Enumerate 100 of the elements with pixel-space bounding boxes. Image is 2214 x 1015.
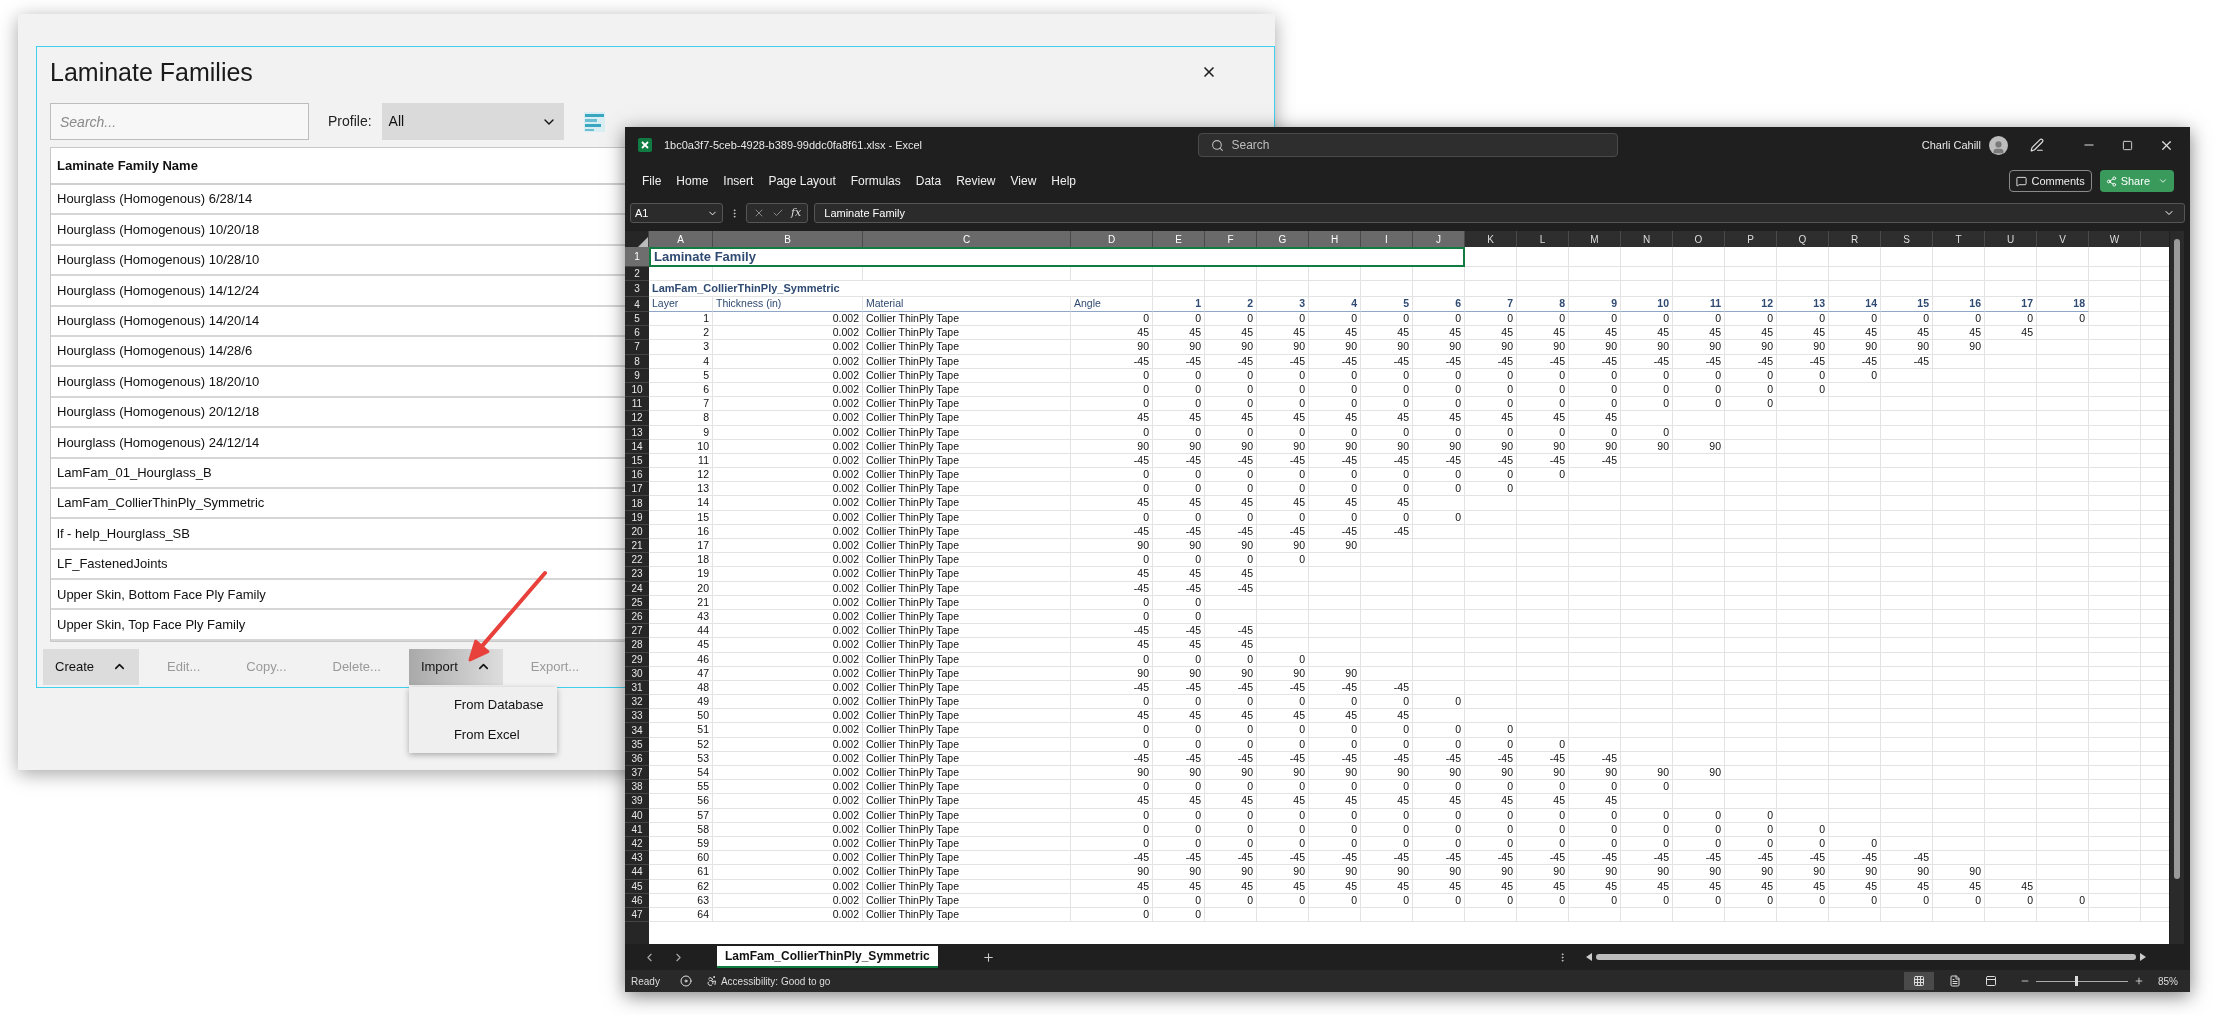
list-row[interactable]: LamFam_CollierThinPly_Symmetric bbox=[51, 488, 625, 520]
row-header[interactable]: 44 bbox=[625, 865, 649, 880]
menu-tab[interactable]: Review bbox=[956, 172, 996, 190]
list-row[interactable]: Hourglass (Homogenous) 10/28/10 bbox=[51, 245, 625, 277]
row-header[interactable]: 37 bbox=[625, 766, 649, 781]
row-header[interactable]: 18 bbox=[625, 496, 649, 511]
select-all-corner[interactable] bbox=[625, 231, 649, 247]
scroll-right-icon[interactable] bbox=[2139, 953, 2146, 961]
row-header[interactable]: 28 bbox=[625, 638, 649, 653]
row-header[interactable]: 33 bbox=[625, 709, 649, 724]
sheet-cell: 0.002 bbox=[713, 425, 863, 440]
sheet-cell: 90 bbox=[1071, 666, 1153, 681]
add-sheet-icon[interactable] bbox=[981, 950, 995, 964]
zoom-in-icon[interactable] bbox=[2134, 976, 2144, 986]
row-header[interactable]: 34 bbox=[625, 723, 649, 738]
row-header[interactable]: 7 bbox=[625, 340, 649, 355]
sheet-cell: 45 bbox=[1569, 879, 1621, 894]
toolbar-button[interactable]: Import bbox=[408, 648, 503, 685]
column-header[interactable]: G bbox=[1257, 231, 1309, 247]
zoom-level[interactable]: 85% bbox=[2158, 973, 2178, 989]
row-header[interactable]: 11 bbox=[625, 397, 649, 412]
row-header[interactable]: 6 bbox=[625, 326, 649, 341]
sheet-cell: 0 bbox=[1621, 893, 1673, 908]
row-header[interactable]: 17 bbox=[625, 482, 649, 497]
menu-tab[interactable]: Formulas bbox=[850, 172, 901, 190]
row-header[interactable]: 16 bbox=[625, 468, 649, 483]
menu-tab[interactable]: Data bbox=[915, 172, 942, 190]
row-header[interactable]: 12 bbox=[625, 411, 649, 426]
avatar[interactable] bbox=[1989, 135, 2008, 155]
toolbar-button[interactable]: Create bbox=[43, 648, 140, 685]
pen-icon[interactable] bbox=[2030, 138, 2044, 152]
row-header[interactable]: 5 bbox=[625, 312, 649, 327]
insert-function-button[interactable]: fx bbox=[791, 204, 802, 222]
column-header[interactable]: B bbox=[713, 231, 863, 247]
sheet-cell: 0 bbox=[1985, 893, 2037, 908]
row-header[interactable]: 4 bbox=[625, 297, 649, 312]
column-header[interactable]: C bbox=[863, 231, 1071, 247]
row-header[interactable]: 39 bbox=[625, 794, 649, 809]
row-header[interactable]: 2 bbox=[625, 267, 649, 281]
column-header[interactable]: D bbox=[1071, 231, 1153, 247]
menu-tab[interactable]: Insert bbox=[723, 172, 754, 190]
row-header[interactable]: 27 bbox=[625, 624, 649, 639]
sheet-cell: 0 bbox=[1465, 808, 1517, 823]
search-field[interactable]: Search bbox=[1197, 133, 1618, 157]
sheet-cell: 0 bbox=[1361, 510, 1413, 525]
sheet-cell: 0 bbox=[1517, 822, 1569, 837]
list-row[interactable]: Hourglass (Homogenous) 14/12/24 bbox=[51, 276, 625, 307]
maximize-icon[interactable] bbox=[2122, 139, 2133, 151]
name-box[interactable]: A1 bbox=[630, 203, 723, 223]
row-header[interactable]: 38 bbox=[625, 780, 649, 795]
enter-icon[interactable] bbox=[772, 207, 784, 219]
list-row[interactable]: Hourglass (Homogenous) 6/28/14 bbox=[51, 185, 625, 216]
row-header[interactable]: 32 bbox=[625, 695, 649, 710]
vertical-scrollbar[interactable] bbox=[2170, 231, 2184, 944]
scroll-left-icon[interactable] bbox=[1585, 953, 1592, 961]
view-button[interactable] bbox=[1904, 972, 1934, 990]
column-header[interactable]: J bbox=[1413, 231, 1465, 247]
list-row[interactable]: Hourglass (Homogenous) 18/20/10 bbox=[51, 367, 625, 398]
list-row[interactable]: Hourglass (Homogenous) 20/12/18 bbox=[51, 397, 625, 429]
row-header[interactable]: 22 bbox=[625, 553, 649, 568]
row-header[interactable]: 43 bbox=[625, 851, 649, 866]
share-button[interactable]: Share bbox=[2099, 170, 2174, 192]
column-header[interactable]: I bbox=[1361, 231, 1413, 247]
list-row[interactable]: Hourglass (Homogenous) 14/20/14 bbox=[51, 306, 625, 337]
close-icon[interactable] bbox=[1201, 64, 1217, 80]
list-row[interactable]: LF_FastenedJoints bbox=[51, 549, 625, 581]
column-header[interactable]: A bbox=[649, 231, 713, 247]
row-header[interactable]: 23 bbox=[625, 567, 649, 582]
sheet-tab[interactable]: LamFam_CollierThinPly_Symmetric bbox=[717, 946, 938, 968]
list-row[interactable]: Hourglass (Homogenous) 24/12/14 bbox=[51, 428, 625, 459]
column-header[interactable]: H bbox=[1309, 231, 1361, 247]
list-row[interactable]: Hourglass (Homogenous) 14/28/6 bbox=[51, 336, 625, 368]
menu-tab[interactable]: Home bbox=[676, 172, 709, 190]
menu-tab[interactable]: View bbox=[1010, 172, 1037, 190]
row-header[interactable]: 21 bbox=[625, 539, 649, 554]
zoom-slider[interactable] bbox=[2036, 976, 2128, 986]
row-header[interactable]: 3 bbox=[625, 281, 649, 297]
profile-dropdown[interactable]: All bbox=[381, 103, 564, 140]
menu-item[interactable]: From Excel bbox=[408, 719, 557, 750]
horizontal-scrollbar[interactable] bbox=[1585, 952, 2146, 962]
list-row[interactable]: Hourglass (Homogenous) 10/20/18 bbox=[51, 215, 625, 246]
record-icon[interactable] bbox=[679, 975, 692, 987]
list-row[interactable]: lf - help_Hourglass_SB bbox=[51, 519, 625, 550]
search-field[interactable]: Search... bbox=[50, 103, 309, 140]
menu-tab[interactable]: Page Layout bbox=[768, 172, 836, 190]
comments-button[interactable]: Comments bbox=[2009, 170, 2092, 192]
list-row[interactable]: Upper Skin, Bottom Face Ply Family bbox=[51, 580, 625, 611]
cancel-icon[interactable] bbox=[753, 207, 765, 219]
accessibility-status[interactable]: Accessibility: Good to go bbox=[720, 973, 831, 989]
column-header[interactable]: F bbox=[1205, 231, 1257, 247]
menu-tab[interactable]: Help bbox=[1051, 172, 1076, 190]
menu-item[interactable]: From Database bbox=[408, 689, 557, 720]
sheet-cell: 45 bbox=[1071, 638, 1153, 653]
list-row[interactable]: Upper Skin, Top Face Ply Family bbox=[51, 610, 625, 641]
list-row[interactable]: LamFam_01_Hourglass_B bbox=[51, 458, 625, 489]
column-header[interactable]: E bbox=[1153, 231, 1205, 247]
accessibility-icon[interactable] bbox=[705, 975, 718, 987]
menu-tab[interactable]: File bbox=[642, 172, 662, 190]
row-header[interactable]: 1 bbox=[625, 247, 649, 267]
formula-field[interactable]: Laminate Family bbox=[814, 203, 2185, 223]
